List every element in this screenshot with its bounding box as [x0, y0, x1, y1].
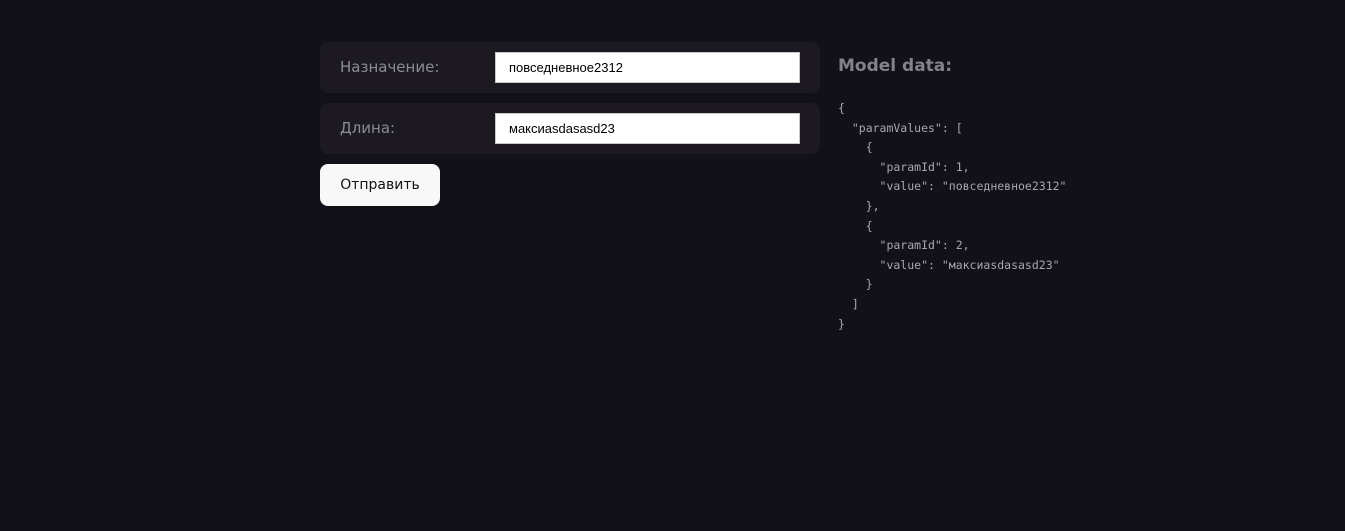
model-data-panel: Model data: { "paramValues": [ { "paramI… [838, 54, 1066, 331]
field-row-purpose: Назначение: [320, 42, 820, 93]
purpose-input[interactable] [495, 52, 800, 83]
length-input[interactable] [495, 113, 800, 144]
model-data-title: Model data: [838, 56, 953, 76]
page: Назначение: Длина: Отправить Model data:… [0, 0, 1345, 531]
length-label: Длина: [340, 119, 396, 137]
purpose-label: Назначение: [340, 58, 440, 76]
field-row-length: Длина: [320, 103, 820, 154]
submit-button[interactable]: Отправить [320, 164, 440, 206]
params-form: Назначение: Длина: Отправить [320, 42, 820, 206]
model-json-output: { "paramValues": [ { "paramId": 1, "valu… [838, 101, 1067, 331]
